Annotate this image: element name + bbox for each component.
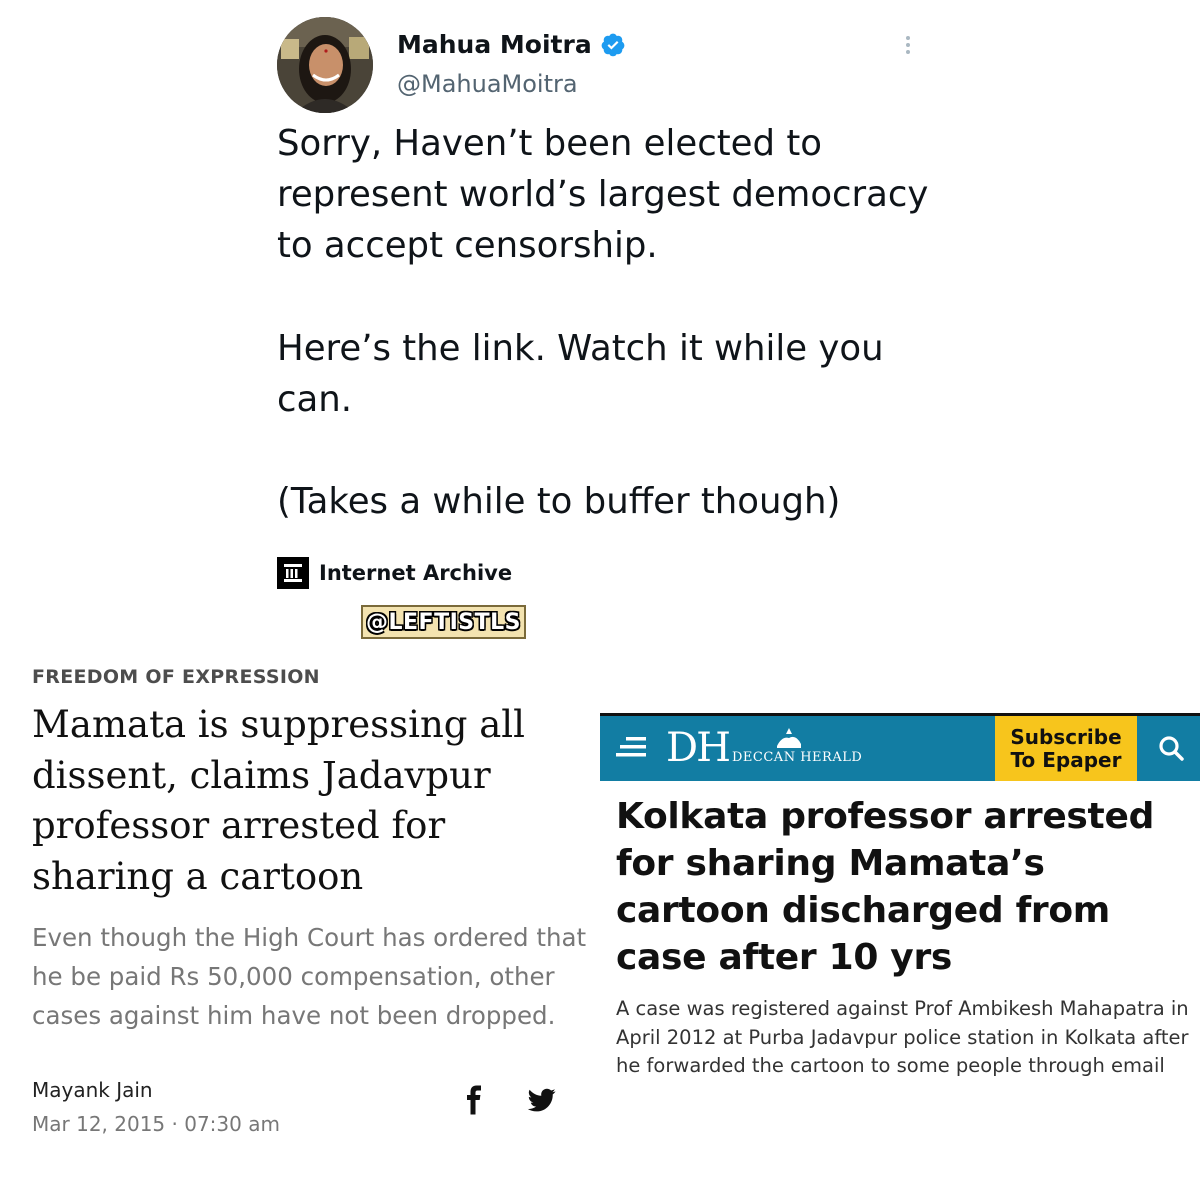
article-author[interactable]: Mayank Jain [32, 1078, 153, 1102]
avatar-photo [277, 17, 373, 113]
display-name: Mahua Moitra [397, 30, 592, 59]
more-options-icon[interactable] [896, 33, 920, 59]
menu-icon[interactable] [616, 735, 646, 759]
subscribe-line-1: Subscribe [1010, 724, 1122, 749]
search-icon[interactable] [1157, 734, 1185, 762]
tweet-text: Sorry, Haven’t been elected to represent… [277, 118, 967, 528]
verified-badge-icon [601, 33, 625, 56]
tweet-author-name[interactable]: Mahua Moitra [397, 30, 626, 59]
article-kicker[interactable]: FREEDOM OF EXPRESSION [32, 666, 320, 688]
twitter-icon[interactable] [526, 1086, 558, 1114]
tweet-handle[interactable]: @MahuaMoitra [397, 70, 578, 98]
dh-headline: Kolkata professor arrested for sharing M… [616, 796, 1155, 978]
article-subtitle: Even though the High Court has ordered t… [32, 923, 587, 1030]
tweet-paragraph: Sorry, Haven’t been elected to represent… [277, 123, 929, 267]
tweet-paragraph: Here’s the link. Watch it while you can. [277, 327, 884, 420]
link-card-label: Internet Archive [319, 561, 513, 585]
facebook-icon[interactable] [462, 1085, 486, 1115]
link-card[interactable]: Internet Archive [277, 557, 512, 589]
dh-logo-subtitle: DECCAN HERALD [732, 750, 863, 765]
subscribe-line-2: To Epaper [1010, 747, 1122, 772]
watermark: @LEFTISTLS [361, 605, 526, 639]
dh-summary: A case was registered against Prof Ambik… [616, 997, 1189, 1077]
article-date: Mar 12, 2015 · 07:30 am [32, 1112, 280, 1136]
subscribe-epaper-button[interactable]: Subscribe To Epaper [995, 716, 1137, 781]
article-title: Mamata is suppressing all dissent, claim… [32, 703, 525, 898]
dh-emblem-icon [777, 728, 801, 748]
internet-archive-icon [277, 557, 309, 589]
dh-header: DH DECCAN HERALD Subscribe To Epaper [600, 713, 1200, 781]
dh-logo[interactable]: DH [666, 724, 731, 772]
avatar[interactable] [277, 17, 373, 113]
tweet-paragraph: (Takes a while to buffer though) [277, 481, 841, 523]
